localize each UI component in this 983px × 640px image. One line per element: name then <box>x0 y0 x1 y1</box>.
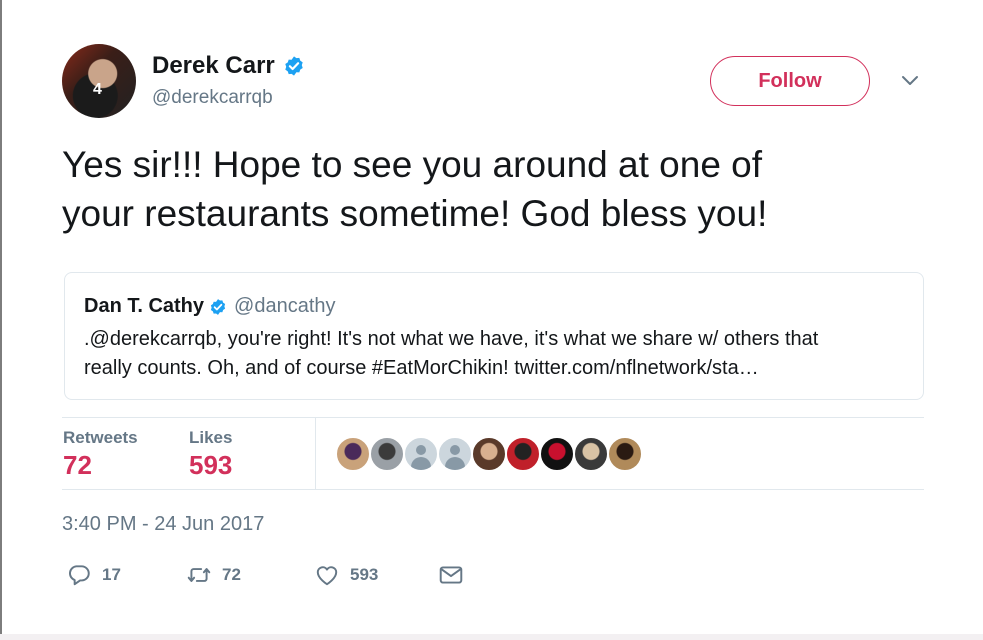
liker-avatar[interactable] <box>369 436 405 472</box>
default-avatar-icon[interactable] <box>437 436 473 472</box>
author-handle[interactable]: @derekcarrqb <box>152 87 273 109</box>
tweet-text: Yes sir!!! Hope to see you around at one… <box>62 140 942 238</box>
reply-button[interactable]: 17 <box>66 562 121 588</box>
author-name[interactable]: Derek Carr <box>152 52 275 80</box>
retweet-count: 72 <box>222 565 241 584</box>
follow-button[interactable]: Follow <box>710 56 870 106</box>
quoted-tweet-header: Dan T. Cathy @dancathy <box>84 295 336 318</box>
chevron-down-icon[interactable] <box>900 74 920 88</box>
quoted-text-line: really counts. Oh, and of course #EatMor… <box>84 357 759 379</box>
quoted-author-name: Dan T. Cathy <box>84 295 205 317</box>
retweet-button[interactable]: 72 <box>186 562 241 588</box>
divider <box>62 489 924 490</box>
tweet-timestamp[interactable]: 3:40 PM - 24 Jun 2017 <box>62 513 264 536</box>
liker-avatar[interactable] <box>607 436 643 472</box>
like-button[interactable]: 593 <box>314 562 378 588</box>
like-count: 593 <box>350 565 379 584</box>
retweets-label[interactable]: Retweets <box>63 428 138 448</box>
tweet-header: 4 Derek Carr @derekcarrqb Follow <box>62 44 932 118</box>
heart-icon <box>316 566 338 586</box>
tweet-text-line: Yes sir!!! Hope to see you around at one… <box>62 144 763 185</box>
liker-avatar[interactable] <box>573 436 609 472</box>
retweet-icon <box>187 568 211 582</box>
likes-label[interactable]: Likes <box>189 428 232 448</box>
quoted-tweet-text: .@derekcarrqb, you're right! It's not wh… <box>84 325 904 383</box>
bottom-edge <box>0 634 983 640</box>
verified-badge-icon <box>210 298 226 315</box>
verified-badge-icon <box>285 56 303 76</box>
author-avatar[interactable]: 4 <box>62 44 136 118</box>
window-edge <box>0 0 2 640</box>
quoted-text-line: .@derekcarrqb, you're right! It's not wh… <box>84 328 819 350</box>
likes-count[interactable]: 593 <box>189 450 232 481</box>
liker-avatar[interactable] <box>471 436 507 472</box>
reply-count: 17 <box>102 565 121 584</box>
divider <box>62 417 924 418</box>
liker-avatar[interactable] <box>539 436 575 472</box>
stats-separator <box>315 418 316 489</box>
envelope-icon <box>439 566 463 584</box>
avatar-jersey-number: 4 <box>93 81 102 98</box>
quoted-author-handle: @dancathy <box>234 295 336 317</box>
reply-icon <box>68 565 90 586</box>
direct-message-button[interactable] <box>438 562 464 588</box>
default-avatar-icon[interactable] <box>403 436 439 472</box>
liker-avatar[interactable] <box>505 436 541 472</box>
liker-avatar[interactable] <box>335 436 371 472</box>
tweet-text-line: your restaurants sometime! God bless you… <box>62 193 768 234</box>
quoted-tweet-card[interactable]: Dan T. Cathy @dancathy .@derekcarrqb, yo… <box>64 272 924 400</box>
retweets-count[interactable]: 72 <box>63 450 92 481</box>
author-name-row: Derek Carr <box>152 52 305 80</box>
